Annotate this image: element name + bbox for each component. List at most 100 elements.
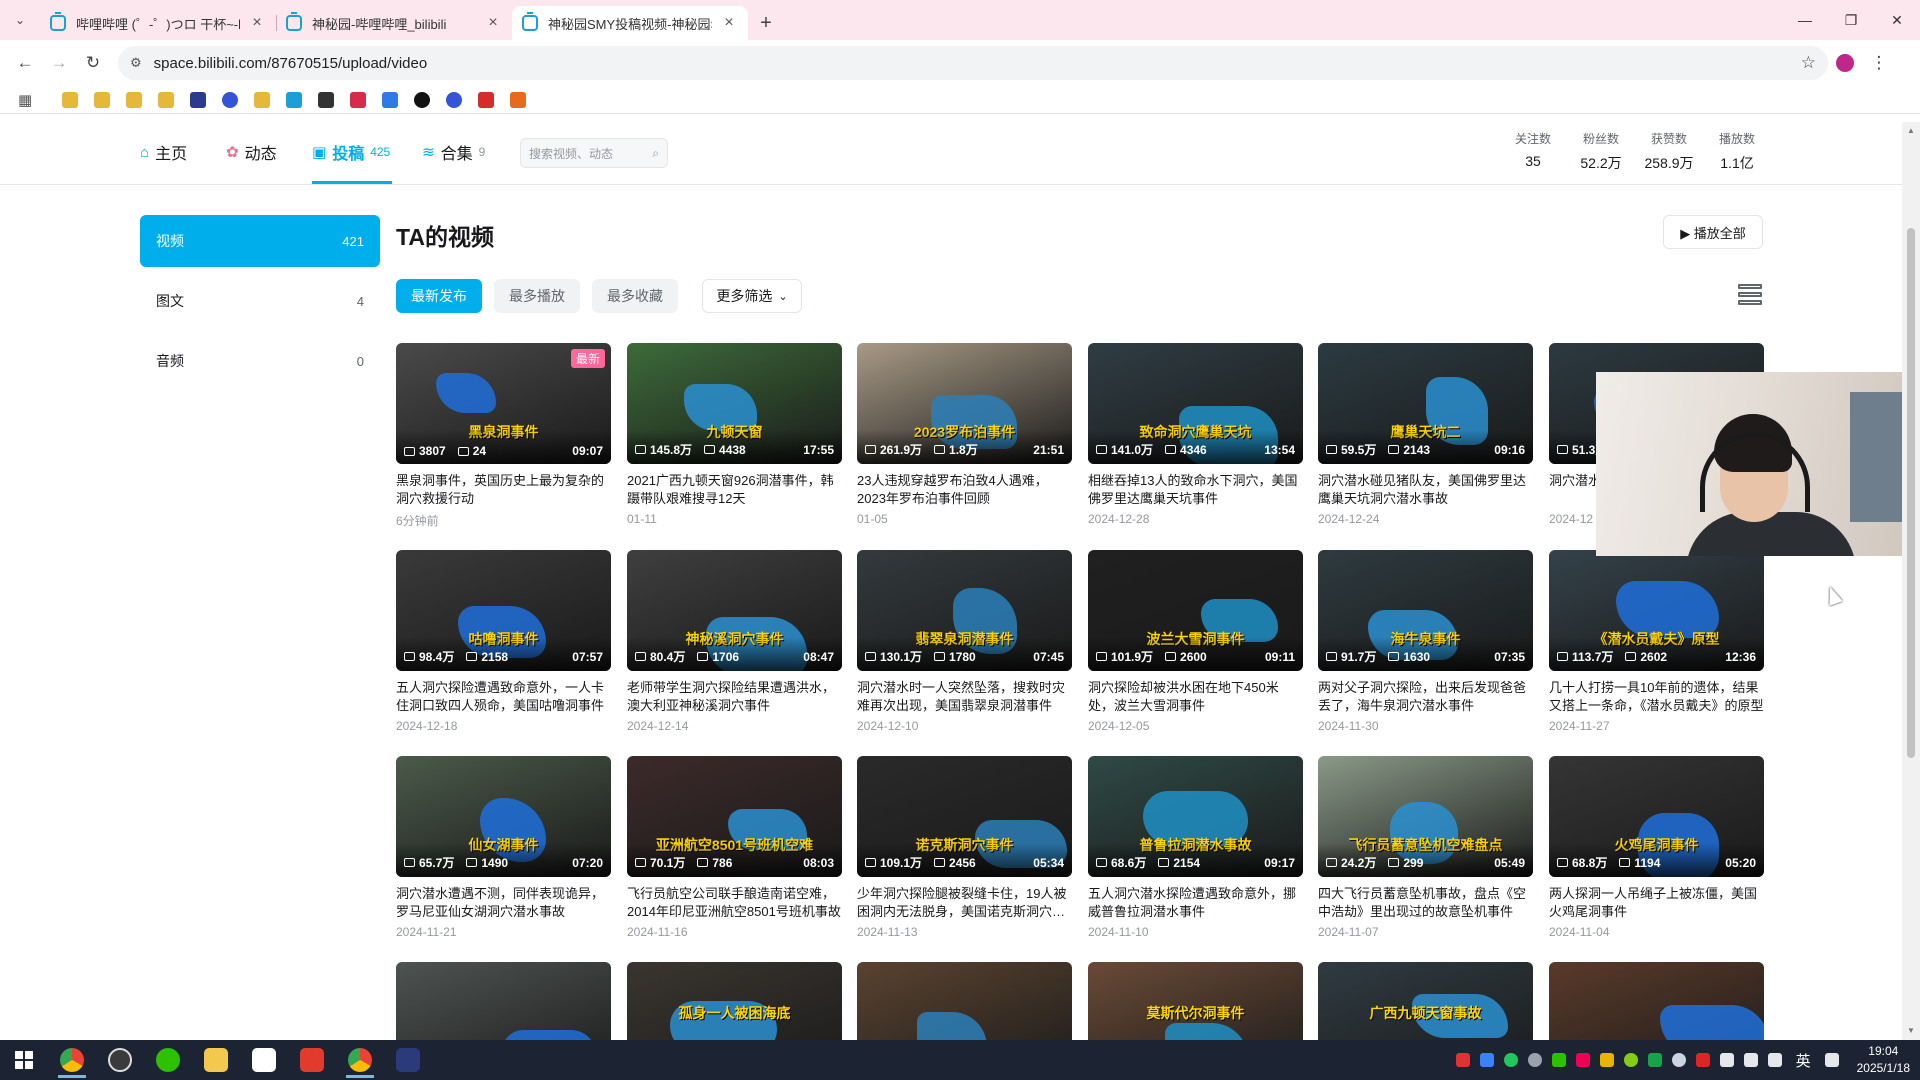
reload-icon[interactable]: ↻ <box>76 46 110 80</box>
video-title[interactable]: 黑泉洞事件，英国历史上最为复杂的洞穴救援行动 <box>396 472 611 508</box>
video-title[interactable]: 洞穴潜水碰见猪队友，美国佛罗里达鹰巢天坑洞穴潜水事故 <box>1318 472 1533 508</box>
video-title[interactable]: 少年洞穴探险腿被裂缝卡住，19人被困洞内无法脱身，美国诺克斯洞穴事件 <box>857 885 1072 921</box>
bookmark-icon[interactable] <box>446 91 462 108</box>
browser-tab-1[interactable]: 哔哩哔哩 (゜-゜)つロ 干杯~-bilibili × <box>40 6 276 40</box>
video-thumbnail[interactable]: 飞行员蓄意坠机空难盘点24.2万29905:49 <box>1318 756 1533 877</box>
video-title[interactable]: 五人洞穴潜水探险遭遇致命意外，挪威普鲁拉洞潜水事件 <box>1088 885 1303 921</box>
video-title[interactable]: 几十人打捞一具10年前的遗体，结果又搭上一条命，《潜水员戴夫》的原型 <box>1549 679 1764 715</box>
url-text[interactable]: space.bilibili.com/87670515/upload/video <box>154 55 1801 72</box>
bookmark-icon[interactable] <box>382 91 398 108</box>
bookmark-icon[interactable] <box>94 91 110 108</box>
video-title[interactable]: 飞行员航空公司联手酿造南诺空难，2014年印尼亚洲航空8501号班机事故 <box>627 885 842 921</box>
filter-most-played[interactable]: 最多播放 <box>494 279 580 313</box>
video-title[interactable]: 五人洞穴探险遭遇致命意外，一人卡住洞口致四人殒命，美国咕噜洞事件 <box>396 679 611 715</box>
video-thumbnail[interactable]: 亚洲航空8501号班机空难70.1万78608:03 <box>627 756 842 877</box>
list-view-toggle-icon[interactable] <box>1738 284 1762 306</box>
video-thumbnail[interactable]: 普鲁拉洞潜水事故68.6万215409:17 <box>1088 756 1303 877</box>
menu-kebab-icon[interactable]: ⋮ <box>1862 46 1896 80</box>
minimize-icon[interactable]: — <box>1782 0 1828 40</box>
nav-collections[interactable]: ≋ 合集 9 <box>422 140 485 164</box>
video-title[interactable]: 两对父子洞穴探险，出来后发现爸爸丢了，海牛泉洞穴潜水事件 <box>1318 679 1533 715</box>
video-card[interactable]: 火鸡尾洞事件68.8万119405:20两人探洞一人吊绳子上被冻僵，美国火鸡尾洞… <box>1549 756 1764 939</box>
bookmark-icon[interactable] <box>222 91 238 108</box>
browser-tab-2[interactable]: 神秘园-哔哩哔哩_bilibili × <box>276 6 512 40</box>
taskbar-wps[interactable] <box>288 1040 336 1080</box>
video-card[interactable]: 咕噜洞事件98.4万215807:57五人洞穴探险遭遇致命意外，一人卡住洞口致四… <box>396 550 611 733</box>
taskbar-chrome-2[interactable] <box>336 1040 384 1080</box>
apps-grid-icon[interactable]: ▦ <box>18 91 46 109</box>
tab-close-icon[interactable]: × <box>720 14 738 32</box>
play-all-button[interactable]: ▶ 播放全部 <box>1663 215 1763 249</box>
bookmark-icon[interactable] <box>414 91 430 108</box>
video-thumbnail[interactable]: 翡翠泉洞潜事件130.1万178007:45 <box>857 550 1072 671</box>
video-title[interactable]: 两人探洞一人吊绳子上被冻僵，美国火鸡尾洞事件 <box>1549 885 1764 921</box>
wechat-tray-icon[interactable] <box>1551 1053 1566 1067</box>
close-window-icon[interactable]: ✕ <box>1874 0 1920 40</box>
tray-icon[interactable] <box>1647 1053 1662 1067</box>
filter-most-favorited[interactable]: 最多收藏 <box>592 279 678 313</box>
bookmark-star-icon[interactable]: ☆ <box>1801 53 1816 73</box>
bookmark-icon[interactable] <box>510 91 526 108</box>
nav-home[interactable]: ⌂ 主页 <box>140 140 187 164</box>
search-icon[interactable]: ⌕ <box>652 146 659 161</box>
space-search-input[interactable]: 搜索视频、动态 ⌕ <box>520 138 668 168</box>
new-tab-button[interactable]: + <box>748 6 784 40</box>
more-filters-dropdown[interactable]: 更多筛选 ⌄ <box>702 279 802 313</box>
bookmark-icon[interactable] <box>350 91 366 108</box>
video-title[interactable]: 四大飞行员蓄意坠机事故，盘点《空中浩劫》里出现过的故意坠机事件 <box>1318 885 1533 921</box>
tab-close-icon[interactable]: × <box>248 14 266 32</box>
taskbar-explorer[interactable] <box>192 1040 240 1080</box>
video-thumbnail[interactable]: 海牛泉事件91.7万163007:35 <box>1318 550 1533 671</box>
video-title[interactable]: 洞穴潜水时一人突然坠落，搜救时灾难再次出现，美国翡翠泉洞潜事件 <box>857 679 1072 715</box>
video-title[interactable]: 23人违规穿越罗布泊致4人遇难，2023年罗布泊事件回顾 <box>857 472 1072 508</box>
ime-indicator[interactable]: 英 <box>1796 1050 1811 1071</box>
video-title[interactable]: 洞穴潜水遭遇不测，同伴表现诡异，罗马尼亚仙女湖洞穴潜水事故 <box>396 885 611 921</box>
video-card[interactable]: 黑泉洞事件最新38072409:07 黑泉洞事件，英国历史上最为复杂的洞穴救援行动… <box>396 343 611 529</box>
site-info-icon[interactable]: ⚙ <box>130 55 142 71</box>
video-thumbnail[interactable]: 鹰巢天坑二59.5万214309:16 <box>1318 343 1533 464</box>
filter-latest[interactable]: 最新发布 <box>396 279 482 313</box>
taskbar-obs[interactable] <box>96 1040 144 1080</box>
tray-icon[interactable] <box>1623 1053 1638 1067</box>
bookmark-icon[interactable] <box>158 91 174 108</box>
video-card[interactable]: 仙女湖事件65.7万149007:20 洞穴潜水遭遇不测，同伴表现诡异，罗马尼亚仙… <box>396 756 611 939</box>
tab-close-icon[interactable]: × <box>484 14 502 32</box>
start-button[interactable] <box>0 1040 48 1080</box>
video-card[interactable]: 2023罗布泊事件261.9万1.8万21:51 23人违规穿越罗布泊致4人遇难，… <box>857 343 1072 526</box>
video-card[interactable]: 亚洲航空8501号班机空难70.1万78608:03 飞行员航空公司联手酿造南诺空… <box>627 756 842 939</box>
video-card[interactable]: 致命洞穴鹰巢天坑141.0万434613:54 相继吞掉13人的致命水下洞穴，美国… <box>1088 343 1303 526</box>
video-title[interactable]: 相继吞掉13人的致命水下洞穴，美国佛罗里达鹰巢天坑事件 <box>1088 472 1303 508</box>
bookmark-icon[interactable] <box>478 91 494 108</box>
video-card[interactable]: 飞行员蓄意坠机空难盘点24.2万29905:49 四大飞行员蓄意坠机事故，盘点《空… <box>1318 756 1533 939</box>
stat-following[interactable]: 关注数 35 <box>1503 130 1563 169</box>
video-card[interactable]: 鹰巢天坑二59.5万214309:16 洞穴潜水碰见猪队友，美国佛罗里达鹰巢天坑洞… <box>1318 343 1533 526</box>
sidebar-item-video[interactable]: 视频 421 <box>140 215 380 267</box>
video-title[interactable]: 2021广西九顿天窗926洞潜事件，韩蹑带队艰难搜寻12天 <box>627 472 842 508</box>
profile-avatar[interactable] <box>1828 46 1862 80</box>
video-thumbnail[interactable]: 2023罗布泊事件261.9万1.8万21:51 <box>857 343 1072 464</box>
video-card[interactable]: 神秘溪洞穴事件80.4万170608:47老师带学生洞穴探险结果遭遇洪水，澳大利… <box>627 550 842 733</box>
taskbar-capcut[interactable] <box>240 1040 288 1080</box>
tray-icon[interactable] <box>1671 1053 1686 1067</box>
mic-icon[interactable] <box>1455 1053 1470 1067</box>
scroll-up-icon[interactable]: ▲ <box>1902 126 1920 135</box>
video-card[interactable]: 翡翠泉洞潜事件130.1万178007:45 洞穴潜水时一人突然坠落，搜救时灾难再… <box>857 550 1072 733</box>
scroll-thumb[interactable] <box>1907 228 1915 758</box>
video-card[interactable]: 波兰大雪洞事件101.9万260009:11洞穴探险却被洪水困在地下450米处，… <box>1088 550 1303 733</box>
nav-uploads[interactable]: ▣ 投稿 425 <box>312 140 390 164</box>
sidebar-item-article[interactable]: 图文 4 <box>140 275 380 327</box>
network-icon[interactable] <box>1743 1053 1758 1067</box>
video-thumbnail[interactable]: 九顿天窗145.8万443817:55 <box>627 343 842 464</box>
video-thumbnail[interactable]: 致命洞穴鹰巢天坑141.0万434613:54 <box>1088 343 1303 464</box>
tray-icon[interactable] <box>1527 1053 1542 1067</box>
keyboard-icon[interactable] <box>1824 1053 1839 1067</box>
video-card[interactable]: 《潜水员戴夫》原型113.7万260212:36几十人打捞一具10年前的遗体，结… <box>1549 550 1764 733</box>
video-thumbnail[interactable]: 仙女湖事件65.7万149007:20 <box>396 756 611 877</box>
video-title[interactable]: 洞穴探险却被洪水困在地下450米处，波兰大雪洞事件 <box>1088 679 1303 715</box>
tray-icon[interactable] <box>1479 1053 1494 1067</box>
bookmark-icon[interactable] <box>62 91 78 108</box>
video-thumbnail[interactable]: 黑泉洞事件最新38072409:07 <box>396 343 611 464</box>
video-card[interactable]: 诺克斯洞穴事件109.1万245605:34少年洞穴探险腿被裂缝卡住，19人被困… <box>857 756 1072 939</box>
video-title[interactable]: 老师带学生洞穴探险结果遭遇洪水，澳大利亚神秘溪洞穴事件 <box>627 679 842 715</box>
address-bar[interactable]: ⚙ space.bilibili.com/87670515/upload/vid… <box>118 46 1828 80</box>
